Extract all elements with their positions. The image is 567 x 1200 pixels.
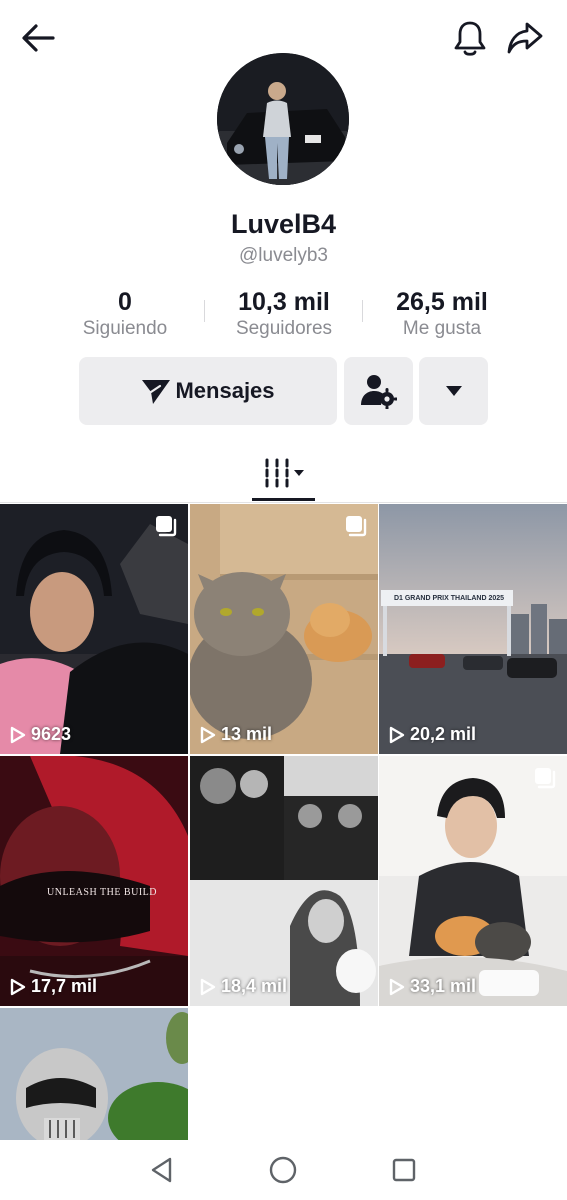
multi-photo-icon bbox=[533, 766, 557, 795]
video-thumbnail bbox=[0, 756, 188, 1006]
stat-likes[interactable]: 26,5 mil Me gusta bbox=[367, 286, 517, 340]
video-grid: 9623 13 mil D1 GRAND PRIX THAILAND 2025 … bbox=[0, 504, 567, 1140]
followers-label: Seguidores bbox=[235, 318, 333, 339]
view-count: 18,4 mil bbox=[200, 976, 287, 997]
view-count-text: 9623 bbox=[31, 724, 72, 744]
view-count: 13 mil bbox=[200, 724, 272, 745]
multi-photo-icon bbox=[344, 514, 368, 543]
play-icon bbox=[200, 726, 216, 743]
play-icon bbox=[389, 978, 405, 995]
triangle-back-icon bbox=[151, 1157, 172, 1183]
stat-followers[interactable]: 10,3 mil Seguidores bbox=[209, 286, 359, 340]
profile-stats: 0 Siguiendo 10,3 mil Seguidores 26,5 mil… bbox=[0, 286, 567, 344]
view-count: 33,1 mil bbox=[389, 976, 476, 997]
view-count: 20,2 mil bbox=[389, 724, 476, 745]
view-count-text: 20,2 mil bbox=[410, 724, 477, 744]
view-count-text: 18,4 mil bbox=[221, 976, 288, 996]
bell-icon bbox=[454, 21, 486, 56]
square-recents-icon bbox=[392, 1158, 416, 1182]
view-count-text: 13 mil bbox=[221, 724, 273, 744]
video-thumbnail bbox=[379, 504, 567, 754]
stat-divider bbox=[204, 300, 205, 322]
username-handle: @luvelyb3 bbox=[239, 245, 328, 266]
nav-home-button[interactable] bbox=[263, 1152, 303, 1188]
event-banner-text: D1 GRAND PRIX THAILAND 2025 bbox=[393, 595, 505, 602]
video-tile[interactable]: 18,4 mil bbox=[190, 756, 378, 1006]
tabs-divider bbox=[0, 502, 567, 503]
video-tile[interactable]: 33,1 mil bbox=[379, 756, 567, 1006]
video-tile[interactable]: D1 GRAND PRIX THAILAND 2025 20,2 mil bbox=[379, 504, 567, 754]
video-tile[interactable] bbox=[0, 1008, 188, 1140]
video-tile[interactable]: 13 mil bbox=[190, 504, 378, 754]
tab-videos[interactable] bbox=[252, 443, 315, 503]
message-button[interactable]: Mensajes bbox=[79, 357, 337, 425]
back-button[interactable] bbox=[14, 16, 62, 60]
add-friend-button[interactable] bbox=[344, 357, 413, 425]
video-grid-icon bbox=[265, 458, 304, 488]
share-button[interactable] bbox=[500, 14, 550, 62]
stat-following[interactable]: 0 Siguiendo bbox=[50, 286, 200, 340]
nav-back-button[interactable] bbox=[142, 1152, 182, 1188]
play-icon bbox=[389, 726, 405, 743]
stat-divider bbox=[362, 300, 363, 322]
video-thumbnail bbox=[190, 756, 378, 1006]
system-nav-bar bbox=[0, 1140, 567, 1200]
video-tile[interactable]: 9623 bbox=[0, 504, 188, 754]
video-tile[interactable]: UNLEASH THE BUILD 17,7 mil bbox=[0, 756, 188, 1006]
following-label: Siguiendo bbox=[82, 318, 168, 339]
following-count: 0 bbox=[118, 288, 132, 316]
circle-home-icon bbox=[269, 1156, 297, 1184]
view-count: 17,7 mil bbox=[10, 976, 97, 997]
nav-recents-button[interactable] bbox=[384, 1152, 424, 1188]
play-icon bbox=[10, 978, 26, 995]
caret-down-icon bbox=[445, 386, 462, 396]
overlay-caption: UNLEASH THE BUILD bbox=[47, 887, 157, 898]
active-tab-indicator bbox=[252, 498, 315, 501]
followers-count: 10,3 mil bbox=[238, 288, 330, 316]
play-icon bbox=[200, 978, 216, 995]
video-thumbnail bbox=[0, 1008, 188, 1140]
more-options-button[interactable] bbox=[419, 357, 488, 425]
content-tabs bbox=[0, 443, 567, 503]
arrow-left-icon bbox=[22, 24, 55, 52]
multi-photo-icon bbox=[154, 514, 178, 543]
likes-count: 26,5 mil bbox=[396, 288, 488, 316]
display-name: LuvelB4 bbox=[230, 209, 337, 239]
notifications-button[interactable] bbox=[446, 14, 494, 62]
play-icon bbox=[10, 726, 26, 743]
share-arrow-icon bbox=[507, 22, 543, 54]
avatar-photo bbox=[217, 53, 349, 185]
view-count-text: 17,7 mil bbox=[31, 976, 98, 996]
view-count-text: 33,1 mil bbox=[410, 976, 477, 996]
message-button-label: Mensajes bbox=[175, 378, 275, 403]
paper-plane-icon bbox=[142, 380, 171, 404]
avatar[interactable] bbox=[217, 53, 349, 185]
view-count: 9623 bbox=[10, 724, 71, 745]
likes-label: Me gusta bbox=[402, 318, 482, 339]
person-gear-icon bbox=[360, 375, 397, 409]
